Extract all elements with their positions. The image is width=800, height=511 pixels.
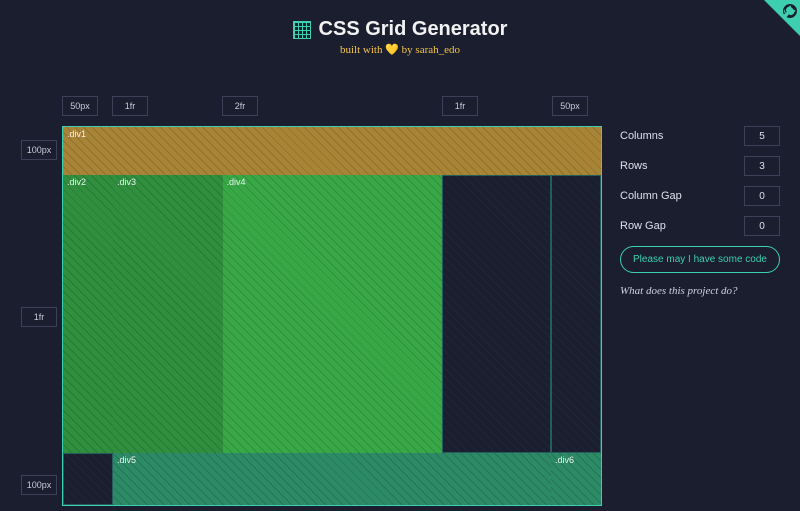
subtitle: built with 💛 by sarah_edo xyxy=(0,43,800,56)
row-gap-input[interactable] xyxy=(744,216,780,236)
page-title: CSS Grid Generator xyxy=(319,18,508,41)
grid-cell[interactable] xyxy=(63,453,113,505)
github-icon xyxy=(780,1,800,21)
row-size-input-1[interactable] xyxy=(21,140,57,160)
columns-input[interactable] xyxy=(744,126,780,146)
subtitle-prefix: built with xyxy=(340,44,385,56)
placed-div3[interactable]: .div3 xyxy=(113,175,223,453)
placed-div4-label: .div4 xyxy=(227,177,246,187)
logo-grid-icon xyxy=(293,21,311,39)
row-size-inputs xyxy=(20,126,58,511)
placed-div4[interactable]: .div4 xyxy=(223,175,442,453)
sidebar: Columns Rows Column Gap Row Gap Please m… xyxy=(620,92,780,511)
placed-div6-label: .div6 xyxy=(555,455,574,465)
row-size-input-3[interactable] xyxy=(21,475,57,495)
author-link[interactable]: by sarah_edo xyxy=(399,44,460,56)
placed-div5-label: .div5 xyxy=(117,455,136,465)
grid-cell[interactable] xyxy=(551,175,601,453)
column-size-inputs xyxy=(62,92,602,120)
col-size-input-5[interactable] xyxy=(552,96,588,116)
work-area: .div1 .div2 .div3 .div4 .div5 .div6 Colu… xyxy=(20,92,780,511)
col-size-input-2[interactable] xyxy=(112,96,148,116)
col-size-input-3[interactable] xyxy=(222,96,258,116)
row-size-input-2[interactable] xyxy=(21,307,57,327)
header: CSS Grid Generator built with 💛 by sarah… xyxy=(0,0,800,56)
row-gap-label: Row Gap xyxy=(620,220,666,232)
placed-div5[interactable]: .div5 xyxy=(113,453,551,505)
placed-div2-label: .div2 xyxy=(67,177,86,187)
placed-div6[interactable]: .div6 xyxy=(551,453,601,505)
placed-div1[interactable]: .div1 xyxy=(63,127,601,175)
column-gap-label: Column Gap xyxy=(620,190,682,202)
col-size-input-4[interactable] xyxy=(442,96,478,116)
generate-code-button[interactable]: Please may I have some code xyxy=(620,246,780,273)
grid-editor: .div1 .div2 .div3 .div4 .div5 .div6 xyxy=(20,92,602,511)
grid-cell[interactable] xyxy=(442,175,552,453)
heart-icon: 💛 xyxy=(385,44,399,56)
rows-label: Rows xyxy=(620,160,648,172)
placed-div3-label: .div3 xyxy=(117,177,136,187)
placed-div1-label: .div1 xyxy=(67,129,86,139)
placed-div2[interactable]: .div2 xyxy=(63,175,113,453)
rows-input[interactable] xyxy=(744,156,780,176)
github-corner[interactable] xyxy=(764,0,800,36)
help-link[interactable]: What does this project do? xyxy=(620,285,780,297)
column-gap-input[interactable] xyxy=(744,186,780,206)
col-size-input-1[interactable] xyxy=(62,96,98,116)
grid-canvas[interactable]: .div1 .div2 .div3 .div4 .div5 .div6 xyxy=(62,126,602,506)
columns-label: Columns xyxy=(620,130,663,142)
